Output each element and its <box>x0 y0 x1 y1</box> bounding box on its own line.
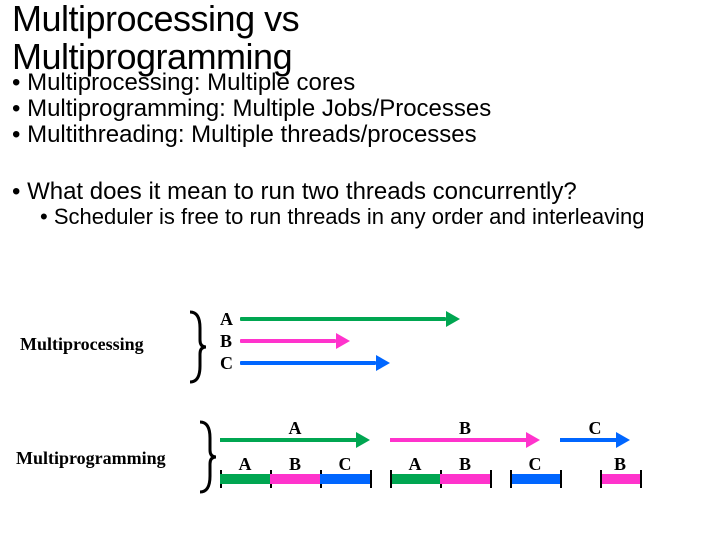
thread-c-label: C <box>220 352 233 374</box>
tick-mark <box>600 470 602 488</box>
segment-label: A <box>390 454 440 475</box>
bullet-list: Multiprocessing: Multiple cores Multipro… <box>12 70 708 230</box>
bullet-multiprocessing: Multiprocessing: Multiple cores <box>12 70 708 96</box>
segment-label: B <box>600 454 640 475</box>
multiprocessing-block: Multiprocessing A B C <box>20 306 700 392</box>
timeline-row-2: ABCABCB <box>220 456 640 486</box>
timeline-segment: C <box>560 418 630 444</box>
bullet-question: What does it mean to run two threads con… <box>12 179 708 205</box>
timeline-segment: B <box>600 456 640 486</box>
bullet-multiprogramming: Multiprogramming: Multiple Jobs/Processe… <box>12 96 708 122</box>
timeline-segment: A <box>220 456 270 486</box>
timeline-segment: B <box>270 456 320 486</box>
title-line-1: Multiprocessing vs <box>12 0 708 38</box>
segment-label: C <box>560 418 630 439</box>
timeline-segment: B <box>440 456 490 486</box>
tick-mark <box>490 470 492 488</box>
timeline-segment: C <box>320 456 370 486</box>
segment-label: C <box>510 454 560 475</box>
tick-mark <box>510 470 512 488</box>
arrow-a <box>240 316 460 322</box>
timeline-segment: A <box>390 456 440 486</box>
multiprocessing-threads: A B C <box>220 308 233 374</box>
thread-b-label: B <box>220 330 233 352</box>
bullet-scheduler: Scheduler is free to run threads in any … <box>40 205 708 229</box>
arrow-c <box>240 360 390 366</box>
tick-mark <box>560 470 562 488</box>
timeline-segment: A <box>220 418 370 444</box>
multiprogramming-block: Multiprogramming ABC ABCABCB <box>20 416 700 506</box>
thread-a-label: A <box>220 308 233 330</box>
multiprogramming-label: Multiprogramming <box>16 448 166 469</box>
slide: Multiprocessing vs Multiprogramming Mult… <box>0 0 720 540</box>
segment-label: A <box>220 454 270 475</box>
segment-label: B <box>270 454 320 475</box>
segment-label: B <box>390 418 540 439</box>
brace-icon <box>196 420 218 494</box>
tick-mark <box>640 470 642 488</box>
segment-label: A <box>220 418 370 439</box>
timeline-row-1: ABC <box>220 418 640 444</box>
multiprocessing-label: Multiprocessing <box>20 334 144 355</box>
slide-title: Multiprocessing vs Multiprogramming <box>12 0 708 76</box>
timeline-segment: B <box>390 418 540 444</box>
segment-label: C <box>320 454 370 475</box>
tick-mark <box>390 470 392 488</box>
segment-label: B <box>440 454 490 475</box>
timeline-segment: C <box>510 456 560 486</box>
bullet-multithreading: Multithreading: Multiple threads/process… <box>12 122 708 148</box>
brace-icon <box>186 310 208 384</box>
arrow-b <box>240 338 350 344</box>
tick-mark <box>370 470 372 488</box>
